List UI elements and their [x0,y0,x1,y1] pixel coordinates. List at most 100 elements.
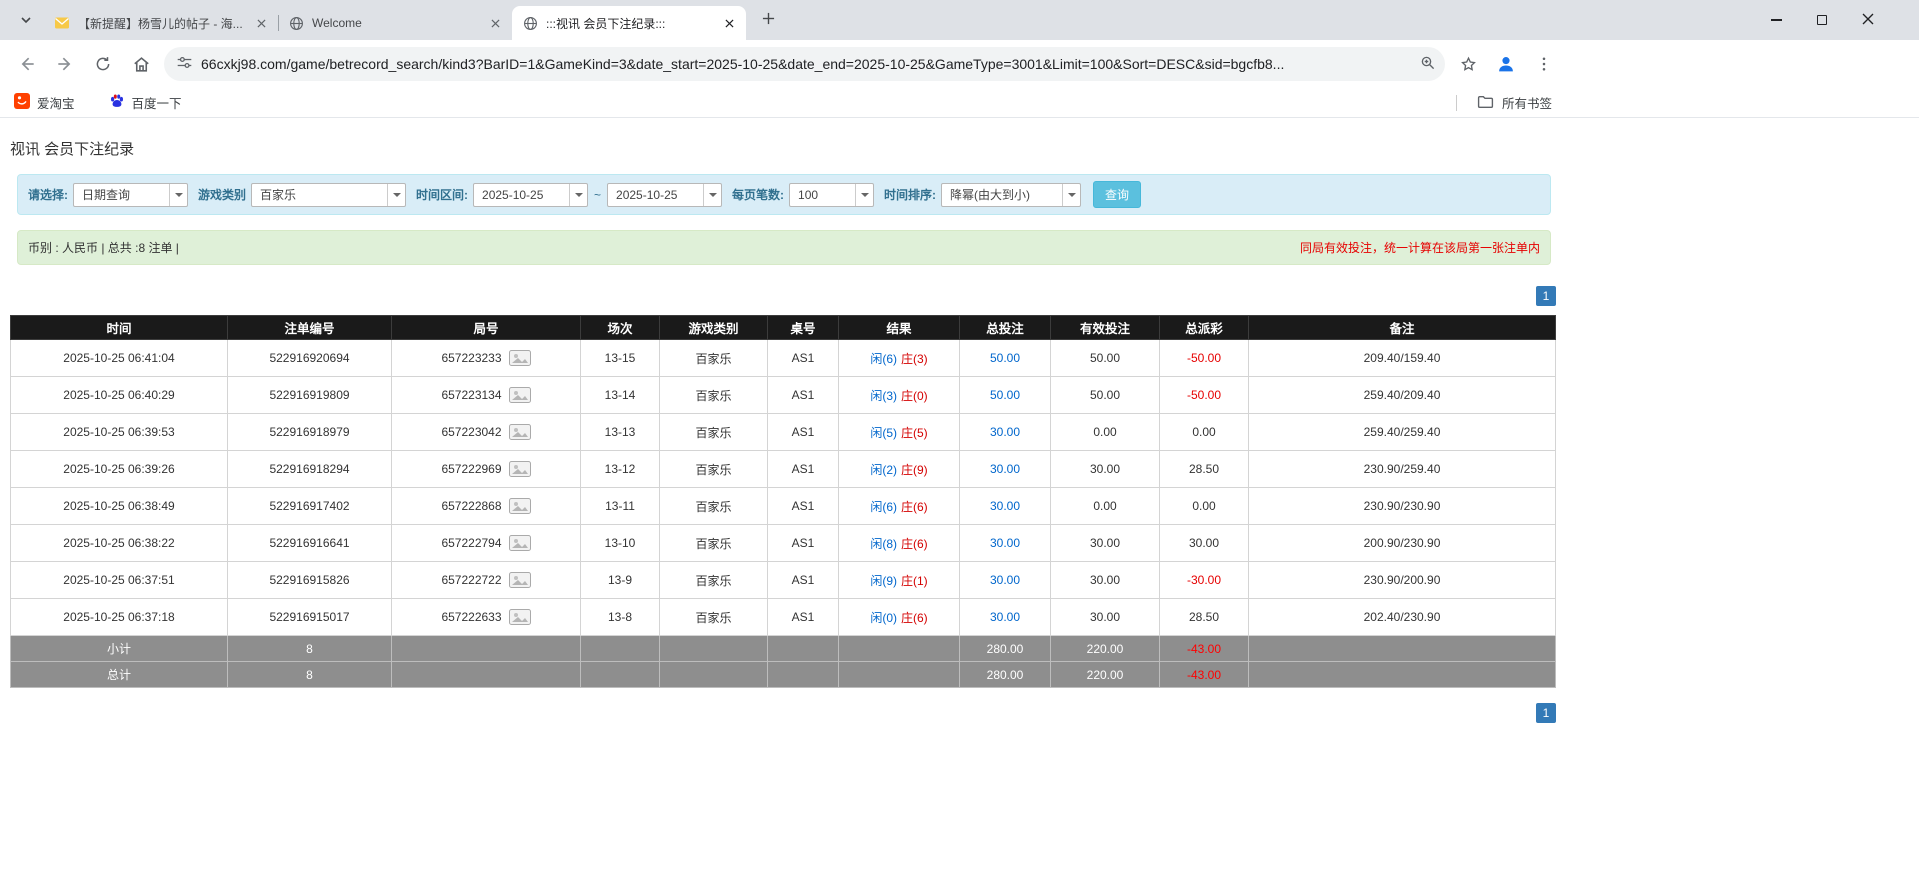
total-bet-link[interactable]: 30.00 [990,425,1020,439]
cell-valid-bet: 50.00 [1051,340,1160,377]
total-payout: -43.00 [1160,662,1249,688]
game-result-icon[interactable] [509,387,531,403]
cell-empty [581,636,660,662]
game-type-select[interactable]: 百家乐 [251,183,406,207]
dropdown-arrow-icon [569,184,587,206]
cell-total-bet: 30.00 [960,488,1051,525]
cell-round: 657223233 [392,340,581,377]
per-page-select[interactable]: 100 [789,183,874,207]
sort-select[interactable]: 降幂(由大到小) [941,183,1081,207]
globe-favicon-icon [288,15,304,31]
cell-note: 230.90/230.90 [1249,488,1556,525]
site-settings-icon[interactable] [176,54,193,74]
cell-round: 657222868 [392,488,581,525]
taobao-icon [14,93,30,112]
dropdown-arrow-icon [703,184,721,206]
bookmark-star-icon[interactable] [1452,48,1484,80]
cell-session: 13-11 [581,488,660,525]
cell-empty [1249,662,1556,688]
window-maximize-button[interactable] [1799,0,1845,40]
plus-icon [762,12,775,28]
cell-time: 2025-10-25 06:38:22 [11,525,228,562]
game-result-icon[interactable] [509,424,531,440]
cell-result: 闲(0)庄(6) [839,599,960,636]
cell-game-type: 百家乐 [660,525,768,562]
result-banker: 庄(9) [901,463,928,477]
cell-time: 2025-10-25 06:40:29 [11,377,228,414]
cell-round: 657222969 [392,451,581,488]
notice-text: 同局有效投注，统一计算在该局第一张注单内 [1300,239,1540,256]
total-bet-link[interactable]: 30.00 [990,573,1020,587]
result-player: 闲(8) [870,537,897,551]
game-result-icon[interactable] [509,609,531,625]
profile-avatar[interactable] [1490,48,1522,80]
tab-close-icon[interactable] [720,14,738,32]
game-result-icon[interactable] [509,498,531,514]
total-bet-link[interactable]: 30.00 [990,462,1020,476]
game-result-icon[interactable] [509,350,531,366]
cell-note: 230.90/259.40 [1249,451,1556,488]
per-page-label: 每页笔数: [732,186,784,203]
cell-result: 闲(9)庄(1) [839,562,960,599]
window-minimize-button[interactable] [1753,0,1799,40]
cell-empty [660,662,768,688]
search-button[interactable]: 查询 [1093,181,1141,208]
result-player: 闲(6) [870,352,897,366]
cell-table-no: AS1 [768,340,839,377]
all-bookmarks-button[interactable]: 所有书签 [1456,93,1552,113]
cell-note: 259.40/259.40 [1249,414,1556,451]
total-bet-link[interactable]: 30.00 [990,610,1020,624]
url-text[interactable]: 66cxkj98.com/game/betrecord_search/kind3… [201,56,1411,72]
cell-empty [1249,636,1556,662]
date-start-select[interactable]: 2025-10-25 [473,183,588,207]
table-row: 2025-10-25 06:39:26 522916918294 6572229… [11,451,1556,488]
cell-valid-bet: 30.00 [1051,451,1160,488]
tab-search-button[interactable] [12,7,40,35]
zoom-icon[interactable] [1419,54,1437,75]
query-type-select[interactable]: 日期查询 [73,183,188,207]
new-tab-button[interactable] [754,6,782,34]
browser-menu-icon[interactable] [1528,48,1560,80]
cell-time: 2025-10-25 06:37:18 [11,599,228,636]
total-bet-link[interactable]: 30.00 [990,536,1020,550]
tab-forum-post[interactable]: 【新提醒】杨雪儿的帖子 - 海... [44,6,278,40]
reload-button[interactable] [87,48,119,80]
col-time: 时间 [11,316,228,340]
cell-bet-id: 522916917402 [228,488,392,525]
cell-time: 2025-10-25 06:37:51 [11,562,228,599]
info-bar: 币别 : 人民币 | 总共 :8 注单 | 同局有效投注，统一计算在该局第一张注… [17,230,1551,265]
bookmark-baidu[interactable]: 百度一下 [105,91,186,114]
date-end-select[interactable]: 2025-10-25 [607,183,722,207]
cell-table-no: AS1 [768,451,839,488]
page-1-button[interactable]: 1 [1536,703,1556,723]
game-result-icon[interactable] [509,535,531,551]
cell-time: 2025-10-25 06:38:49 [11,488,228,525]
tab-welcome[interactable]: Welcome [278,6,512,40]
bookmark-aitaobao[interactable]: 爱淘宝 [10,91,79,114]
tab-bet-records[interactable]: :::视讯 会员下注纪录::: [512,6,746,40]
home-button[interactable] [125,48,157,80]
round-number: 657222969 [441,462,501,476]
game-result-icon[interactable] [509,461,531,477]
result-banker: 庄(1) [901,574,928,588]
forward-button[interactable] [49,48,81,80]
window-close-button[interactable] [1845,0,1891,40]
back-button[interactable] [11,48,43,80]
col-payout: 总派彩 [1160,316,1249,340]
game-result-icon[interactable] [509,572,531,588]
subtotal-count: 8 [228,636,392,662]
total-bet-link[interactable]: 50.00 [990,388,1020,402]
col-note: 备注 [1249,316,1556,340]
total-valid-bet: 220.00 [1051,662,1160,688]
dropdown-arrow-icon [1062,184,1080,206]
tab-close-icon[interactable] [486,14,504,32]
query-type-label: 请选择: [28,186,68,203]
cell-session: 13-13 [581,414,660,451]
per-page-value: 100 [790,188,855,202]
page-1-button[interactable]: 1 [1536,286,1556,306]
col-bet-id: 注单编号 [228,316,392,340]
total-bet-link[interactable]: 30.00 [990,499,1020,513]
tab-close-icon[interactable] [252,14,270,32]
address-bar[interactable]: 66cxkj98.com/game/betrecord_search/kind3… [164,47,1445,81]
total-bet-link[interactable]: 50.00 [990,351,1020,365]
